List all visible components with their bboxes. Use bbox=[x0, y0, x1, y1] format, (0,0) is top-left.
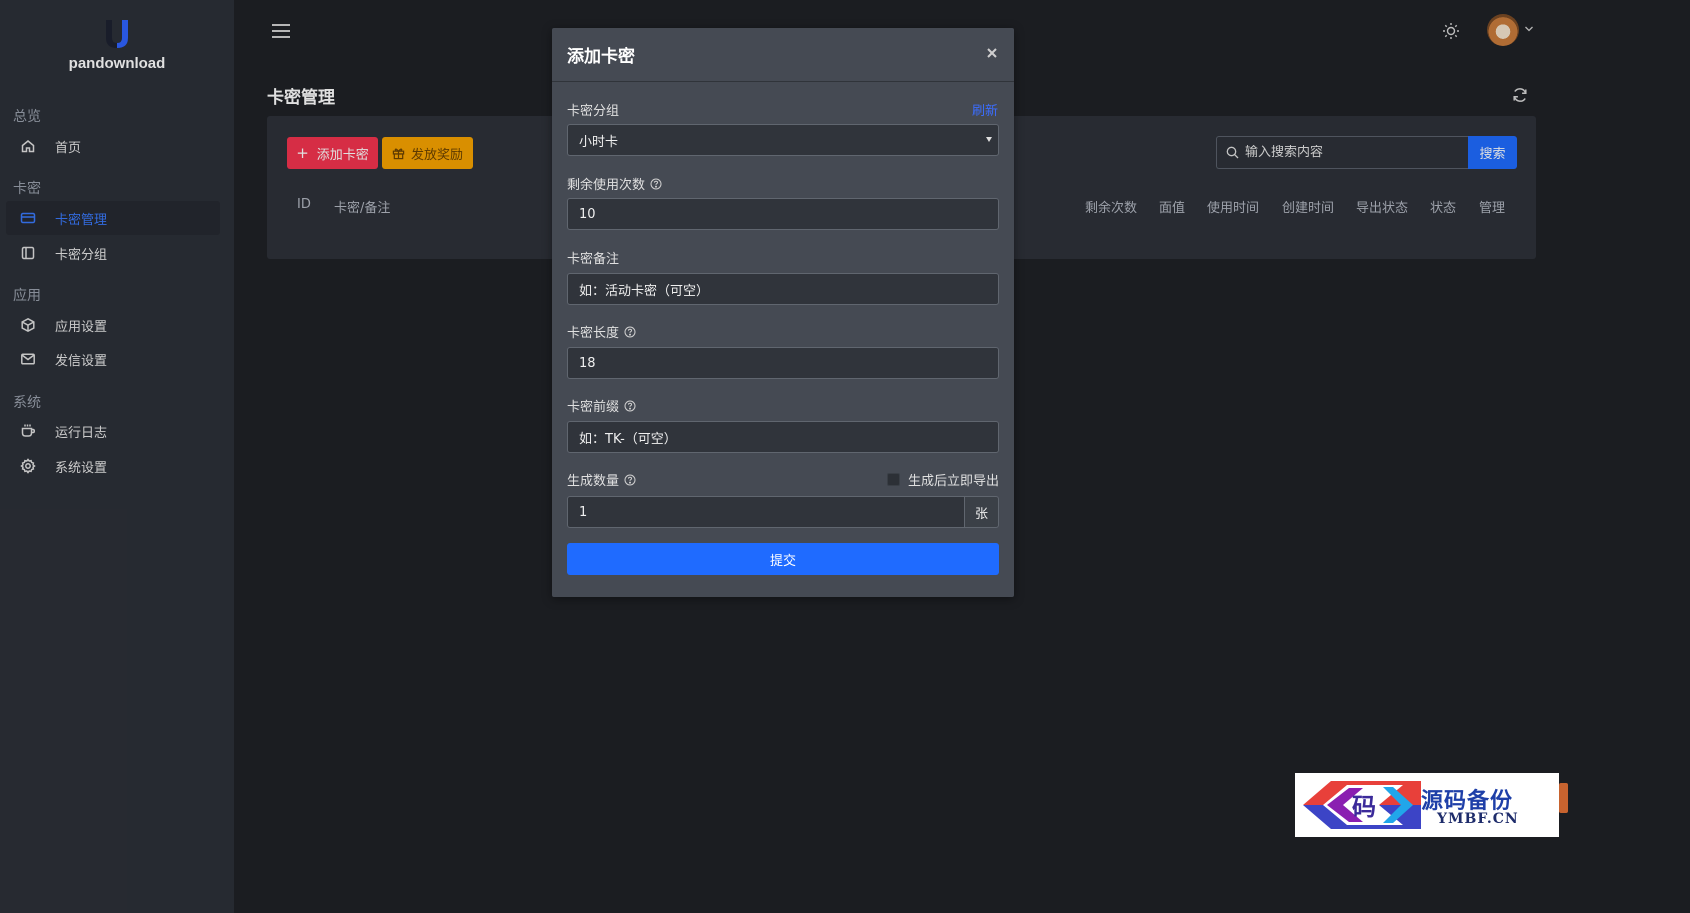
sidebar-item-home[interactable]: 首页 bbox=[6, 129, 220, 163]
uses-label: 剩余使用次数 bbox=[567, 174, 662, 193]
sidebar-item-label: 首页 bbox=[55, 140, 82, 156]
watermark-badge-text: 码 bbox=[1352, 792, 1376, 821]
card-icon bbox=[20, 210, 36, 226]
modal-title: 添加卡密 bbox=[567, 47, 635, 67]
gift-icon bbox=[392, 148, 405, 159]
column-header-id: ID bbox=[297, 197, 311, 212]
length-label: 卡密长度 bbox=[567, 322, 636, 341]
add-card-button[interactable]: + 添加卡密 bbox=[287, 137, 378, 169]
column-header-manage: 管理 bbox=[1479, 201, 1506, 216]
search-input[interactable] bbox=[1245, 145, 1455, 160]
modal-header: 添加卡密 bbox=[552, 28, 1014, 82]
sidebar-item-label: 运行日志 bbox=[55, 425, 108, 441]
mail-icon bbox=[20, 351, 36, 367]
length-label-text: 卡密长度 bbox=[567, 326, 620, 341]
chevron-down-icon[interactable] bbox=[1524, 25, 1534, 33]
add-card-modal: 添加卡密 卡密分组 刷新 小时卡 剩余使用次数 10 卡密备注 如：活动卡密（可… bbox=[552, 28, 1014, 597]
sidebar-item-card-groups[interactable]: 卡密分组 bbox=[6, 236, 220, 270]
search-button[interactable]: 搜索 bbox=[1468, 136, 1517, 169]
brand[interactable]: pandownload bbox=[0, 18, 234, 72]
note-input[interactable]: 如：活动卡密（可空） bbox=[567, 273, 999, 305]
count-input[interactable]: 1 bbox=[567, 496, 965, 528]
export-checkbox-label: 生成后立即导出 bbox=[907, 474, 999, 489]
search-field[interactable] bbox=[1216, 136, 1468, 169]
avatar[interactable] bbox=[1487, 14, 1519, 46]
sidebar-item-label: 应用设置 bbox=[55, 319, 108, 335]
sidebar-item-app-settings[interactable]: 应用设置 bbox=[6, 308, 220, 342]
column-header-face-value: 面值 bbox=[1159, 201, 1186, 216]
watermark-edge bbox=[1559, 783, 1568, 813]
search-icon bbox=[1226, 146, 1239, 159]
export-checkbox[interactable] bbox=[886, 473, 900, 486]
prefix-input[interactable]: 如：TK-（可空） bbox=[567, 421, 999, 453]
brand-logo-icon bbox=[106, 20, 128, 48]
issue-reward-label: 发放奖励 bbox=[410, 147, 463, 163]
count-unit: 张 bbox=[964, 496, 999, 528]
uses-label-text: 剩余使用次数 bbox=[567, 178, 646, 193]
prefix-label: 卡密前缀 bbox=[567, 396, 636, 415]
watermark-domain: YMBF.CN bbox=[1437, 811, 1519, 827]
coffee-icon bbox=[20, 423, 36, 439]
column-header-status: 状态 bbox=[1430, 201, 1457, 216]
sidebar-item-system-settings[interactable]: 系统设置 bbox=[6, 449, 220, 483]
page-title: 卡密管理 bbox=[267, 88, 335, 108]
sidebar-item-mail-settings[interactable]: 发信设置 bbox=[6, 342, 220, 376]
sidebar-item-label: 卡密管理 bbox=[55, 212, 108, 228]
count-label: 生成数量 bbox=[567, 470, 636, 489]
sidebar-item-run-log[interactable]: 运行日志 bbox=[6, 414, 220, 448]
refresh-groups-link[interactable]: 刷新 bbox=[972, 100, 998, 119]
length-input[interactable]: 18 bbox=[567, 347, 999, 379]
submit-button[interactable]: 提交 bbox=[567, 543, 999, 575]
refresh-icon[interactable] bbox=[1511, 86, 1529, 104]
sidebar-item-label: 发信设置 bbox=[55, 353, 108, 369]
caret-down-icon bbox=[986, 137, 992, 142]
note-label: 卡密备注 bbox=[567, 252, 620, 267]
cube-icon bbox=[20, 317, 36, 333]
column-header-remaining: 剩余次数 bbox=[1085, 201, 1138, 216]
nav-section-apps: 应用 bbox=[13, 288, 41, 304]
nav-section-cards: 卡密 bbox=[13, 181, 41, 197]
watermark-emblem-icon: 码 bbox=[1303, 781, 1421, 829]
column-header-used-time: 使用时间 bbox=[1207, 201, 1260, 216]
nav-section-overview: 总览 bbox=[13, 109, 41, 125]
issue-reward-button[interactable]: 发放奖励 bbox=[382, 137, 473, 169]
close-icon[interactable] bbox=[984, 45, 1000, 61]
sidebar: pandownload 总览 首页 卡密 卡密管理 卡密分组 应用 应用设置 发… bbox=[0, 0, 234, 913]
export-checkbox-wrapper[interactable]: 生成后立即导出 bbox=[886, 470, 999, 489]
help-icon[interactable] bbox=[624, 474, 636, 486]
group-select-value: 小时卡 bbox=[579, 134, 619, 150]
gear-icon bbox=[20, 458, 36, 474]
help-icon[interactable] bbox=[624, 326, 636, 338]
watermark-logo: 码 源码备份 YMBF.CN bbox=[1295, 773, 1559, 837]
column-header-created-time: 创建时间 bbox=[1282, 201, 1335, 216]
sidebar-item-label: 卡密分组 bbox=[55, 247, 108, 263]
column-header-card-note: 卡密/备注 bbox=[334, 201, 391, 216]
count-label-text: 生成数量 bbox=[567, 474, 620, 489]
brand-name: pandownload bbox=[68, 55, 166, 72]
prefix-label-text: 卡密前缀 bbox=[567, 400, 620, 415]
sidebar-panel-icon bbox=[20, 245, 36, 261]
sidebar-item-card-management[interactable]: 卡密管理 bbox=[6, 201, 220, 235]
add-card-label: 添加卡密 bbox=[316, 147, 369, 163]
plus-icon: + bbox=[296, 144, 309, 162]
theme-sun-icon[interactable] bbox=[1441, 21, 1461, 41]
sidebar-item-label: 系统设置 bbox=[55, 460, 108, 476]
nav-section-system: 系统 bbox=[13, 395, 41, 411]
group-select[interactable]: 小时卡 bbox=[567, 124, 999, 156]
uses-input[interactable]: 10 bbox=[567, 198, 999, 230]
help-icon[interactable] bbox=[650, 178, 662, 190]
group-label: 卡密分组 bbox=[567, 104, 620, 119]
home-icon bbox=[20, 138, 36, 154]
menu-toggle-icon[interactable] bbox=[272, 24, 290, 40]
help-icon[interactable] bbox=[624, 400, 636, 412]
column-header-export-status: 导出状态 bbox=[1356, 201, 1409, 216]
